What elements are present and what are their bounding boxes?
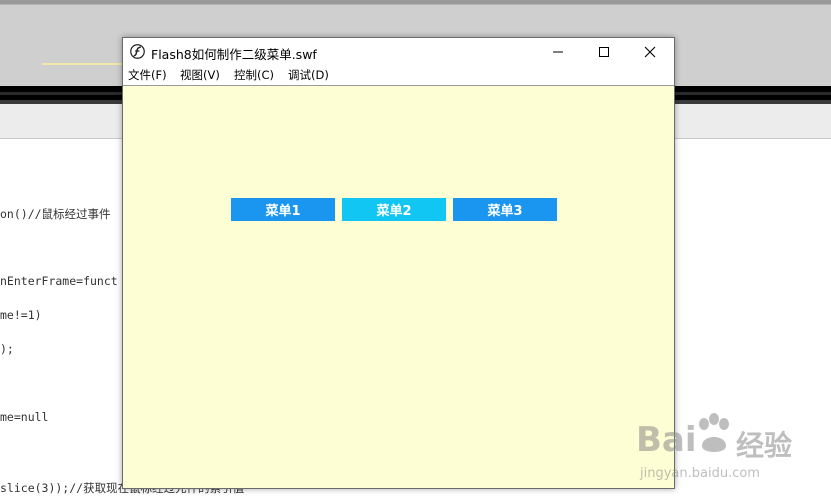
flash-player-window: Flash8如何制作二级菜单.swf 文件(F) 视图(V) 控制(C) 调试(… [122,37,675,489]
code-line: me=null [0,410,49,424]
code-line: me!=1) [0,308,42,322]
menu-button-1[interactable]: 菜单1 [231,198,335,221]
title-bar[interactable]: Flash8如何制作二级菜单.swf [123,38,674,65]
minimize-button[interactable] [535,38,581,65]
watermark-brand-suffix: 经验 [736,429,793,462]
code-line: on()//鼠标经过事件 [0,207,111,221]
paw-icon [699,413,729,452]
flash-stage: 菜单1 菜单2 菜单3 [123,86,674,488]
close-button[interactable] [627,38,673,65]
flash-app-icon [130,44,145,59]
code-line: nEnterFrame=funct [0,274,118,288]
menu-button-3[interactable]: 菜单3 [453,198,557,221]
menu-bar: 文件(F) 视图(V) 控制(C) 调试(D) [123,65,674,86]
toolbar-highlight [42,63,122,65]
code-line: ); [0,342,14,356]
maximize-icon [599,46,609,57]
menu-file[interactable]: 文件(F) [128,67,167,83]
watermark-brand: Bai [636,420,697,460]
menu-control[interactable]: 控制(C) [234,67,274,83]
maximize-button[interactable] [581,38,627,65]
window-title: Flash8如何制作二级菜单.swf [151,47,317,62]
menu-debug[interactable]: 调试(D) [288,67,329,83]
baidu-watermark: Bai 经验 jingyan.baidu.com [636,410,826,490]
watermark-url: jingyan.baidu.com [640,466,760,481]
close-icon [644,46,656,57]
menu-view[interactable]: 视图(V) [180,67,220,83]
minimize-icon [553,51,563,52]
menu-button-2[interactable]: 菜单2 [342,198,446,221]
